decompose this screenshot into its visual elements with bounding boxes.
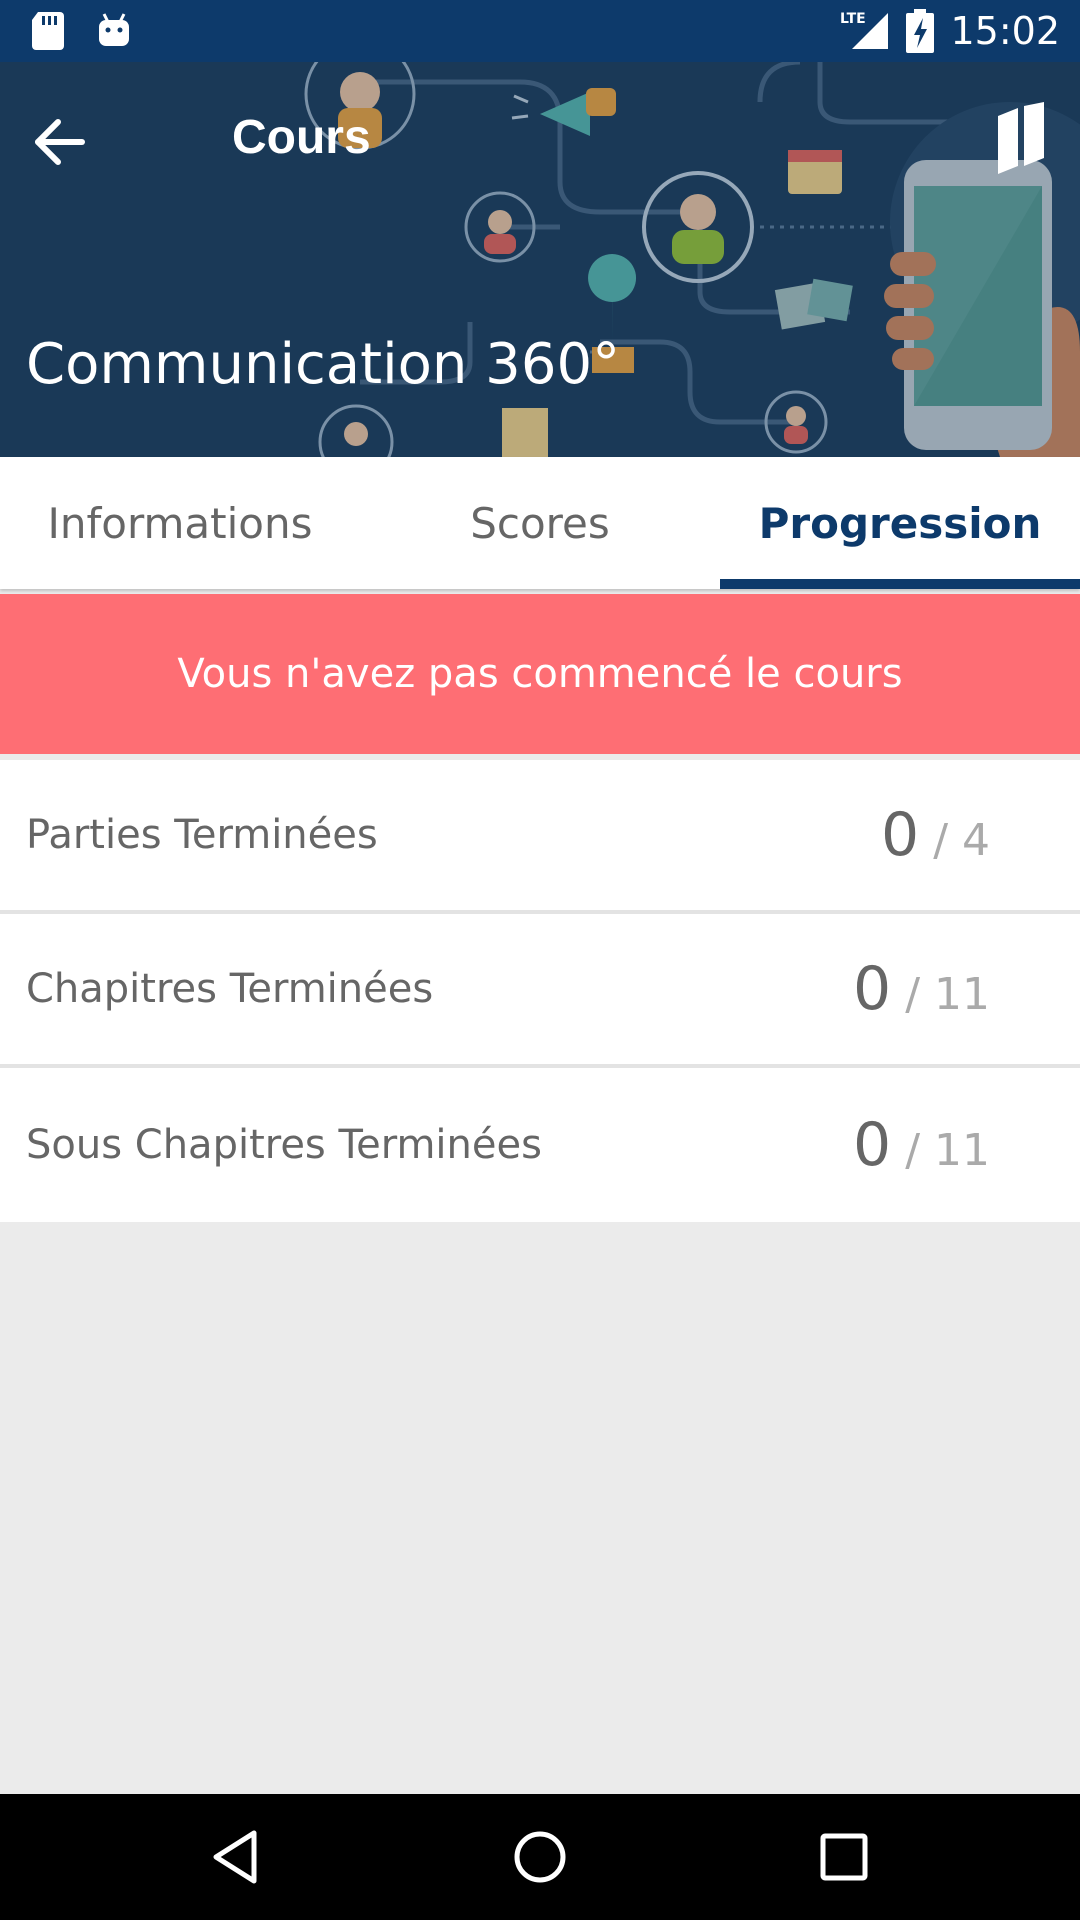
row-total-value: / 4 — [933, 815, 990, 866]
status-bar: LTE 15:02 — [0, 0, 1080, 62]
row-count: 0 / 4 — [881, 800, 990, 870]
tab-bar: Informations Scores Progression — [0, 457, 1080, 589]
sd-card-icon — [32, 12, 64, 50]
list-item-chapitres: Chapitres Terminées 0 / 11 — [0, 914, 1080, 1068]
row-label: Sous Chapitres Terminées — [26, 1122, 542, 1168]
row-done-value: 0 — [853, 954, 892, 1024]
list-item-parties: Parties Terminées 0 / 4 — [0, 760, 1080, 914]
nav-back-icon[interactable] — [206, 1827, 266, 1887]
row-label: Parties Terminées — [26, 812, 378, 858]
row-done-value: 0 — [881, 800, 920, 870]
row-total-value: / 11 — [905, 1125, 990, 1176]
svg-text:LTE: LTE — [840, 11, 866, 27]
row-done-value: 0 — [853, 1110, 892, 1180]
lte-signal-icon: LTE — [840, 11, 889, 49]
course-title: Communication 360° — [26, 332, 621, 397]
nav-home-icon[interactable] — [510, 1827, 570, 1887]
tab-informations[interactable]: Informations — [0, 457, 360, 589]
row-total-value: / 11 — [905, 969, 990, 1020]
row-count: 0 / 11 — [853, 954, 990, 1024]
header-illustration — [0, 62, 1080, 457]
back-arrow-icon[interactable] — [30, 112, 90, 172]
row-count: 0 / 11 — [853, 1110, 990, 1180]
page-title: Cours — [232, 111, 371, 164]
app-logo-icon — [998, 102, 1044, 174]
course-header: Cours Communication 360° — [0, 62, 1080, 457]
nav-recents-icon[interactable] — [814, 1827, 874, 1887]
system-nav-bar — [0, 1794, 1080, 1920]
android-icon — [99, 13, 129, 46]
tab-progression[interactable]: Progression — [720, 457, 1080, 589]
tab-scores[interactable]: Scores — [360, 457, 720, 589]
list-item-sous-chapitres: Sous Chapitres Terminées 0 / 11 — [0, 1068, 1080, 1222]
row-label: Chapitres Terminées — [26, 966, 434, 1012]
clock: 15:02 — [950, 9, 1060, 53]
battery-charging-icon — [906, 9, 935, 53]
progress-list: Parties Terminées 0 / 4 Chapitres Terminé… — [0, 760, 1080, 1222]
not-started-banner: Vous n'avez pas commencé le cours — [0, 594, 1080, 754]
